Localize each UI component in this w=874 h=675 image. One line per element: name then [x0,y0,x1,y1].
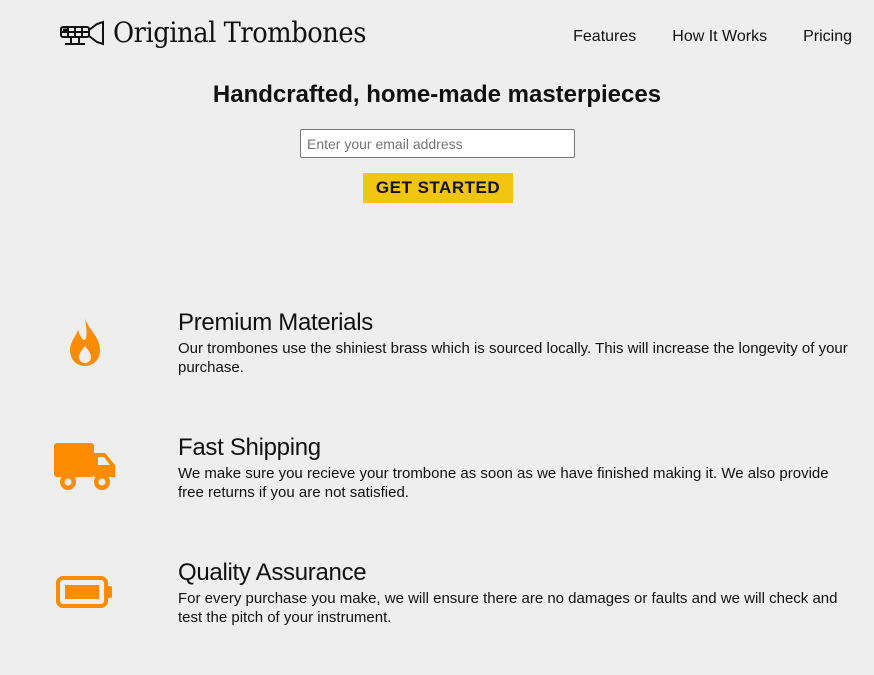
logo[interactable]: Original Trombones [59,16,388,49]
battery-icon [56,576,114,613]
feature-title: Quality Assurance [178,559,367,586]
feature-description: Our trombones use the shiniest brass whi… [178,340,848,376]
main-nav: Features How It Works Pricing [537,28,852,46]
page: Original Trombones Features How It Works… [0,0,874,675]
nav-link-how-it-works[interactable]: How It Works [672,28,767,46]
get-started-button[interactable]: GET STARTED [363,173,513,203]
feature-title: Fast Shipping [178,434,321,461]
header: Original Trombones Features How It Works… [0,0,874,70]
truck-icon [53,441,117,498]
logo-text: Original Trombones [113,16,366,49]
feature-title: Premium Materials [178,309,373,336]
nav-link-pricing[interactable]: Pricing [803,28,852,46]
fire-icon [66,316,104,373]
trombone-icon [59,18,105,48]
feature-description: For every purchase you make, we will ens… [178,590,838,626]
nav-link-features[interactable]: Features [573,28,636,46]
feature-description: We make sure you recieve your trombone a… [178,465,829,501]
hero-title: Handcrafted, home-made masterpieces [212,81,662,108]
email-field[interactable] [300,129,575,158]
